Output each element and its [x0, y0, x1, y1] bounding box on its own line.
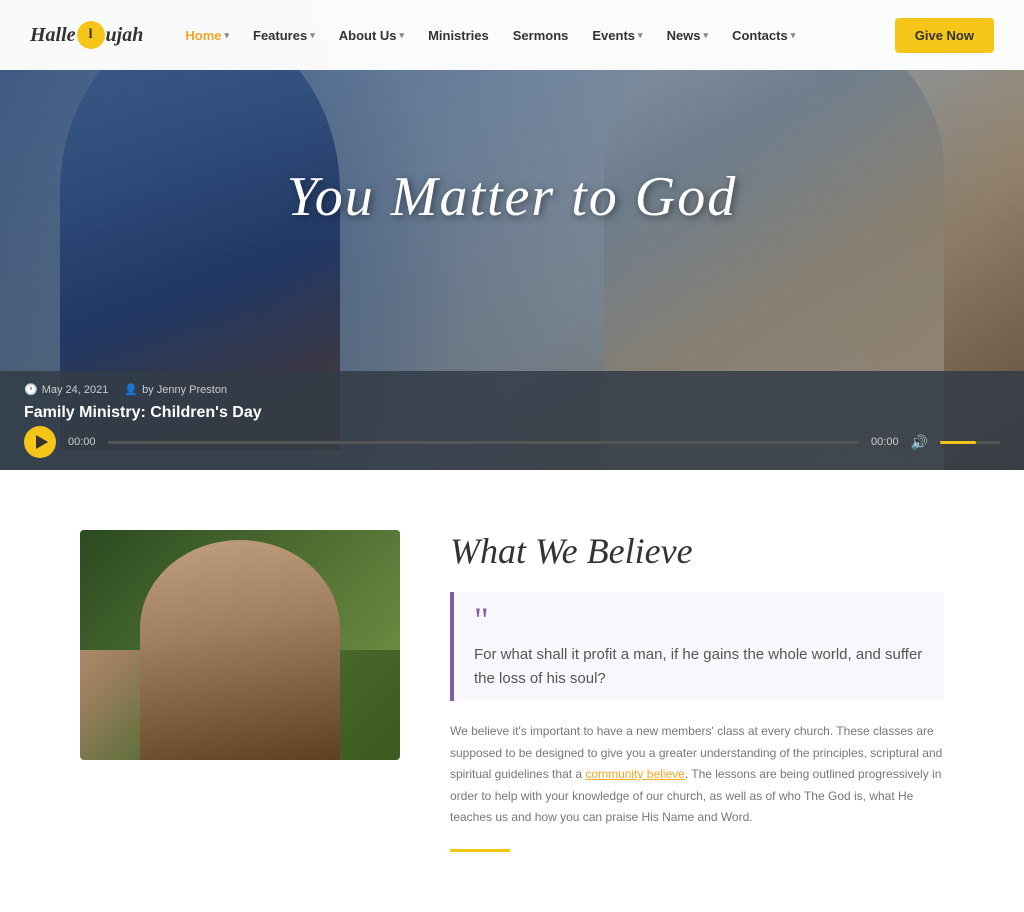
play-button[interactable] — [24, 426, 56, 458]
navbar: Hallelujah Home▾ Features▾ About Us▾ Min… — [0, 0, 1024, 70]
nav-item-features[interactable]: Features▾ — [241, 20, 327, 51]
logo-circle: l — [77, 21, 105, 49]
content-section: What We Believe " For what shall it prof… — [0, 470, 1024, 912]
give-now-button[interactable]: Give Now — [895, 18, 994, 53]
chevron-icon: ▾ — [224, 30, 229, 41]
believe-body: We believe it's important to have a new … — [450, 721, 944, 829]
nav-item-ministries[interactable]: Ministries — [416, 20, 501, 51]
believe-image — [80, 530, 400, 760]
person-icon: 👤 — [124, 383, 138, 396]
logo-text-left: Halle — [30, 24, 76, 47]
player-controls[interactable]: 00:00 00:00 🔊 — [24, 426, 1000, 458]
nav-item-events[interactable]: Events▾ — [580, 20, 654, 51]
quote-block: " For what shall it profit a man, if he … — [450, 592, 944, 701]
hero-audio-player: 🕐 May 24, 2021 👤 by Jenny Preston Family… — [0, 371, 1024, 470]
player-date: 🕐 May 24, 2021 — [24, 383, 108, 396]
player-sermon-title: Family Ministry: Children's Day — [24, 404, 1000, 422]
volume-fill — [940, 441, 976, 444]
time-end: 00:00 — [871, 436, 899, 448]
chevron-icon: ▾ — [310, 30, 315, 41]
image-person-figure — [140, 540, 340, 760]
believe-title: What We Believe — [450, 530, 944, 572]
chevron-icon: ▾ — [704, 30, 709, 41]
progress-bar[interactable] — [108, 441, 860, 444]
nav-item-contacts[interactable]: Contacts▾ — [720, 20, 807, 51]
nav-item-about[interactable]: About Us▾ — [327, 20, 416, 51]
player-meta: 🕐 May 24, 2021 👤 by Jenny Preston — [24, 383, 1000, 396]
believe-text: What We Believe " For what shall it prof… — [450, 530, 944, 852]
nav-item-news[interactable]: News▾ — [655, 20, 721, 51]
chevron-icon: ▾ — [791, 30, 796, 41]
nav-item-sermons[interactable]: Sermons — [501, 20, 581, 51]
volume-icon: 🔊 — [911, 434, 928, 451]
chevron-icon: ▾ — [400, 30, 405, 41]
quote-mark-icon: " — [474, 602, 924, 638]
yellow-divider — [450, 849, 510, 852]
nav-links: Home▾ Features▾ About Us▾ Ministries Ser… — [173, 20, 884, 51]
play-icon — [36, 435, 48, 449]
hero-section: You Matter to God 🕐 May 24, 2021 👤 by Je… — [0, 0, 1024, 470]
logo[interactable]: Hallelujah — [30, 21, 143, 49]
player-author: 👤 by Jenny Preston — [124, 383, 227, 396]
clock-icon: 🕐 — [24, 383, 38, 396]
chevron-icon: ▾ — [638, 30, 643, 41]
logo-text-right: ujah — [106, 24, 144, 47]
volume-bar[interactable] — [940, 441, 1000, 444]
time-start: 00:00 — [68, 436, 96, 448]
quote-text: For what shall it profit a man, if he ga… — [474, 643, 924, 691]
nav-item-home[interactable]: Home▾ — [173, 20, 241, 51]
community-believe-link[interactable]: community believe — [585, 767, 684, 781]
hero-title: You Matter to God — [287, 165, 737, 229]
